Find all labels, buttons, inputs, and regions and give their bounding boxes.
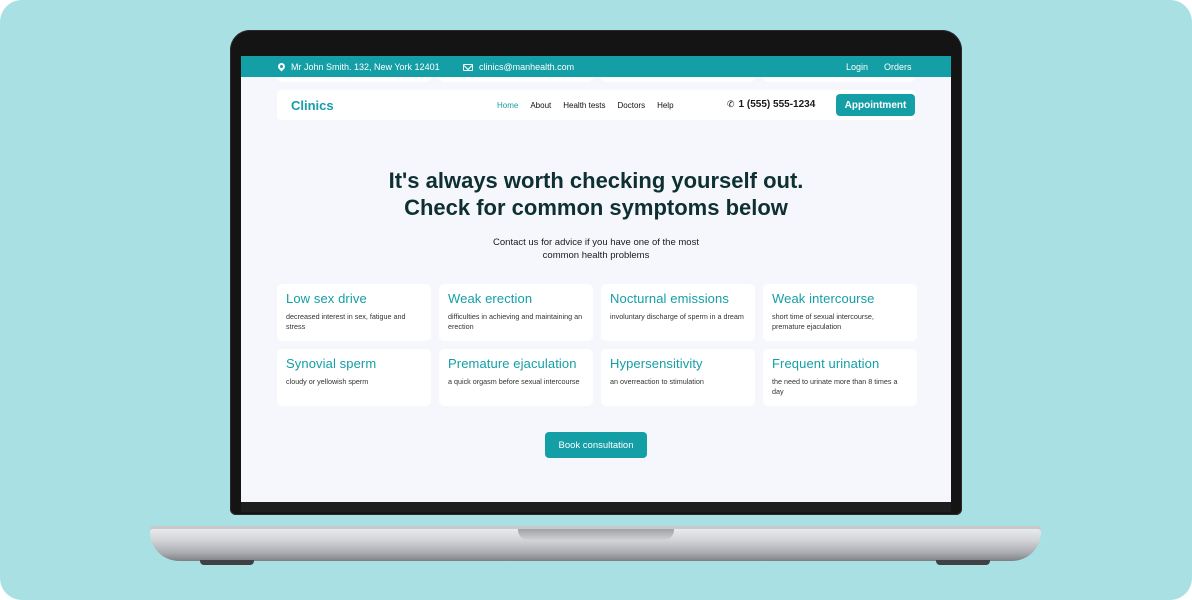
strip-tab xyxy=(601,77,755,82)
card-description: the need to urinate more than 8 times a … xyxy=(772,377,898,396)
nav-doctors[interactable]: Doctors xyxy=(618,101,646,110)
laptop-notch xyxy=(518,529,674,540)
card-description: an overreaction to stimulation xyxy=(610,377,704,386)
hero-title: It's always worth checking yourself out.… xyxy=(241,167,951,221)
location-pin-icon xyxy=(278,63,285,72)
hero-title-line-2: Check for common symptoms below xyxy=(404,195,788,220)
phone-icon: ✆ xyxy=(727,99,735,109)
address-info: Mr John Smith. 132, New York 12401 xyxy=(278,62,440,72)
appointment-button[interactable]: Appointment xyxy=(836,94,915,116)
hero-title-line-1: It's always worth checking yourself out. xyxy=(388,168,804,193)
card-description: difficulties in achieving and maintainin… xyxy=(448,312,583,331)
card-title: Hypersensitivity xyxy=(610,356,703,371)
email-info[interactable]: clinics@manhealth.com xyxy=(463,62,574,72)
login-link[interactable]: Login xyxy=(846,62,868,72)
laptop-bezel-bottom xyxy=(241,502,951,512)
strip-tab xyxy=(763,77,915,82)
card-description: short time of sexual intercourse, premat… xyxy=(772,312,874,331)
laptop-screen: Mr John Smith. 132, New York 12401 clini… xyxy=(241,56,951,502)
card-title: Low sex drive xyxy=(286,291,367,306)
nav-about[interactable]: About xyxy=(530,101,551,110)
symptom-card[interactable]: Synovial sperm cloudy or yellowish sperm xyxy=(277,349,431,406)
orders-link[interactable]: Orders xyxy=(884,62,912,72)
card-title: Premature ejaculation xyxy=(448,356,577,371)
phone-text: 1 (555) 555-1234 xyxy=(738,99,816,110)
strip-tab xyxy=(439,77,593,82)
card-title: Weak erection xyxy=(448,291,533,306)
navbar: Clinics Home About Health tests Doctors … xyxy=(277,90,915,120)
strip-tab xyxy=(277,77,431,82)
card-title: Nocturnal emissions xyxy=(610,291,729,306)
nav-health-tests[interactable]: Health tests xyxy=(563,101,605,110)
laptop-foot-right xyxy=(936,560,990,565)
hero-subtitle: Contact us for advice if you have one of… xyxy=(493,237,699,261)
card-description: involuntary discharge of sperm in a drea… xyxy=(610,312,744,321)
card-description: a quick orgasm before sexual intercourse xyxy=(448,377,580,386)
symptom-card[interactable]: Nocturnal emissions involuntary discharg… xyxy=(601,284,755,341)
symptom-card[interactable]: Hypersensitivity an overreaction to stim… xyxy=(601,349,755,406)
email-link[interactable]: clinics@manhealth.com xyxy=(479,62,574,72)
symptom-card[interactable]: Low sex drive decreased interest in sex,… xyxy=(277,284,431,341)
card-title: Synovial sperm xyxy=(286,356,377,371)
envelope-icon xyxy=(463,63,473,71)
symptom-card[interactable]: Weak intercourse short time of sexual in… xyxy=(763,284,917,341)
phone-number[interactable]: ✆ 1 (555) 555-1234 xyxy=(727,99,815,110)
laptop-foot-left xyxy=(200,560,254,565)
address-text: Mr John Smith. 132, New York 12401 xyxy=(291,62,440,72)
nav-home[interactable]: Home xyxy=(497,101,518,110)
top-bar: Mr John Smith. 132, New York 12401 clini… xyxy=(241,56,951,77)
card-description: cloudy or yellowish sperm xyxy=(286,377,369,386)
book-consultation-button[interactable]: Book consultation xyxy=(545,432,647,458)
nav-help[interactable]: Help xyxy=(657,101,673,110)
symptom-card[interactable]: Premature ejaculation a quick orgasm bef… xyxy=(439,349,593,406)
symptom-card[interactable]: Frequent urination the need to urinate m… xyxy=(763,349,917,406)
card-title: Frequent urination xyxy=(772,356,880,371)
card-description: decreased interest in sex, fatigue and s… xyxy=(286,312,406,331)
card-title: Weak intercourse xyxy=(772,291,875,306)
main-menu: Home About Health tests Doctors Help xyxy=(497,101,674,110)
symptom-card[interactable]: Weak erection difficulties in achieving … xyxy=(439,284,593,341)
logo[interactable]: Clinics xyxy=(291,98,334,113)
